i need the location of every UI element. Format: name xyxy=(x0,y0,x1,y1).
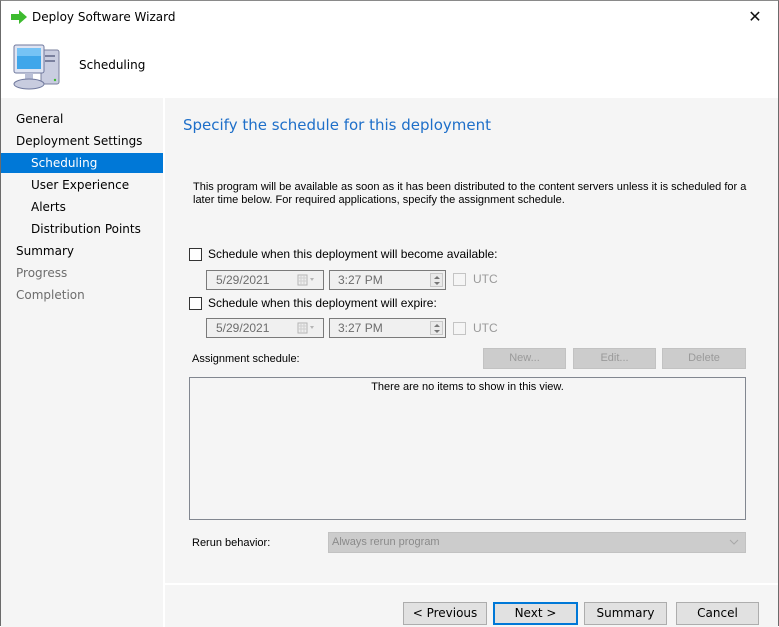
utc-checkbox-box xyxy=(453,321,466,335)
assignment-schedule-list[interactable]: There are no items to show in this view. xyxy=(189,377,746,520)
edit-button: Edit... xyxy=(573,348,656,369)
nav-item-deployment-settings[interactable]: Deployment Settings xyxy=(1,131,163,151)
expire-checkbox-row[interactable]: Schedule when this deployment will expir… xyxy=(189,296,437,310)
close-icon: ✕ xyxy=(748,8,762,26)
wizard-footer: < Previous Next > Summary Cancel xyxy=(165,585,778,627)
previous-button[interactable]: < Previous xyxy=(403,602,487,625)
delete-button: Delete xyxy=(662,348,746,369)
expire-utc-checkbox: UTC xyxy=(453,321,498,335)
utc-checkbox-box xyxy=(453,272,466,286)
available-checkbox-row[interactable]: Schedule when this deployment will becom… xyxy=(189,247,498,261)
green-arrow-icon xyxy=(11,10,27,24)
nav-item-scheduling[interactable]: Scheduling xyxy=(1,153,163,173)
rerun-behavior-select: Always rerun program xyxy=(328,532,746,553)
available-utc-checkbox: UTC xyxy=(453,272,498,286)
nav-item-general[interactable]: General xyxy=(1,109,163,129)
page-heading: Specify the schedule for this deployment xyxy=(183,116,491,134)
wizard-nav: General Deployment Settings Scheduling U… xyxy=(1,98,163,627)
nav-item-alerts[interactable]: Alerts xyxy=(1,197,163,217)
window-title: Deploy Software Wizard xyxy=(32,10,176,24)
nav-item-user-experience[interactable]: User Experience xyxy=(1,175,163,195)
chevron-down-icon xyxy=(729,539,739,545)
utc-label: UTC xyxy=(473,321,498,335)
rerun-behavior-label: Rerun behavior: xyxy=(192,537,271,549)
next-button[interactable]: Next > xyxy=(493,602,578,625)
list-empty-message: There are no items to show in this view. xyxy=(371,381,564,393)
nav-item-summary[interactable]: Summary xyxy=(1,241,163,261)
title-bar: Deploy Software Wizard ✕ xyxy=(1,1,778,33)
wizard-window: Deploy Software Wizard ✕ Scheduling Gene… xyxy=(0,0,779,627)
summary-button[interactable]: Summary xyxy=(584,602,667,625)
cancel-button[interactable]: Cancel xyxy=(676,602,759,625)
time-spinner-icon xyxy=(430,273,443,287)
wizard-header: Scheduling xyxy=(1,33,778,97)
expire-date-picker: 5/29/2021 xyxy=(206,318,324,338)
expire-date-value: 5/29/2021 xyxy=(216,321,270,335)
nav-item-completion: Completion xyxy=(16,288,85,302)
available-date-value: 5/29/2021 xyxy=(216,273,270,287)
available-checkbox-label: Schedule when this deployment will becom… xyxy=(208,247,498,261)
nav-item-distribution-points[interactable]: Distribution Points xyxy=(1,219,163,239)
new-button: New... xyxy=(483,348,566,369)
header-page-title: Scheduling xyxy=(79,58,146,72)
description-text: This program will be available as soon a… xyxy=(193,181,747,206)
available-time-picker: 3:27 PM xyxy=(329,270,446,290)
expire-checkbox[interactable] xyxy=(189,296,202,310)
rerun-behavior-value: Always rerun program xyxy=(332,536,440,548)
nav-item-progress: Progress xyxy=(16,266,68,280)
available-date-picker: 5/29/2021 xyxy=(206,270,324,290)
computer-icon xyxy=(13,44,60,90)
calendar-dropdown-icon xyxy=(297,274,319,286)
assignment-schedule-label: Assignment schedule: xyxy=(192,353,300,365)
utc-label: UTC xyxy=(473,272,498,286)
expire-checkbox-label: Schedule when this deployment will expir… xyxy=(208,296,437,310)
available-checkbox[interactable] xyxy=(189,247,202,261)
time-spinner-icon xyxy=(430,321,443,335)
content-panel: Specify the schedule for this deployment… xyxy=(165,98,778,583)
expire-time-picker: 3:27 PM xyxy=(329,318,446,338)
expire-time-value: 3:27 PM xyxy=(338,321,383,335)
available-time-value: 3:27 PM xyxy=(338,273,383,287)
close-button[interactable]: ✕ xyxy=(732,1,778,32)
calendar-dropdown-icon xyxy=(297,322,319,334)
